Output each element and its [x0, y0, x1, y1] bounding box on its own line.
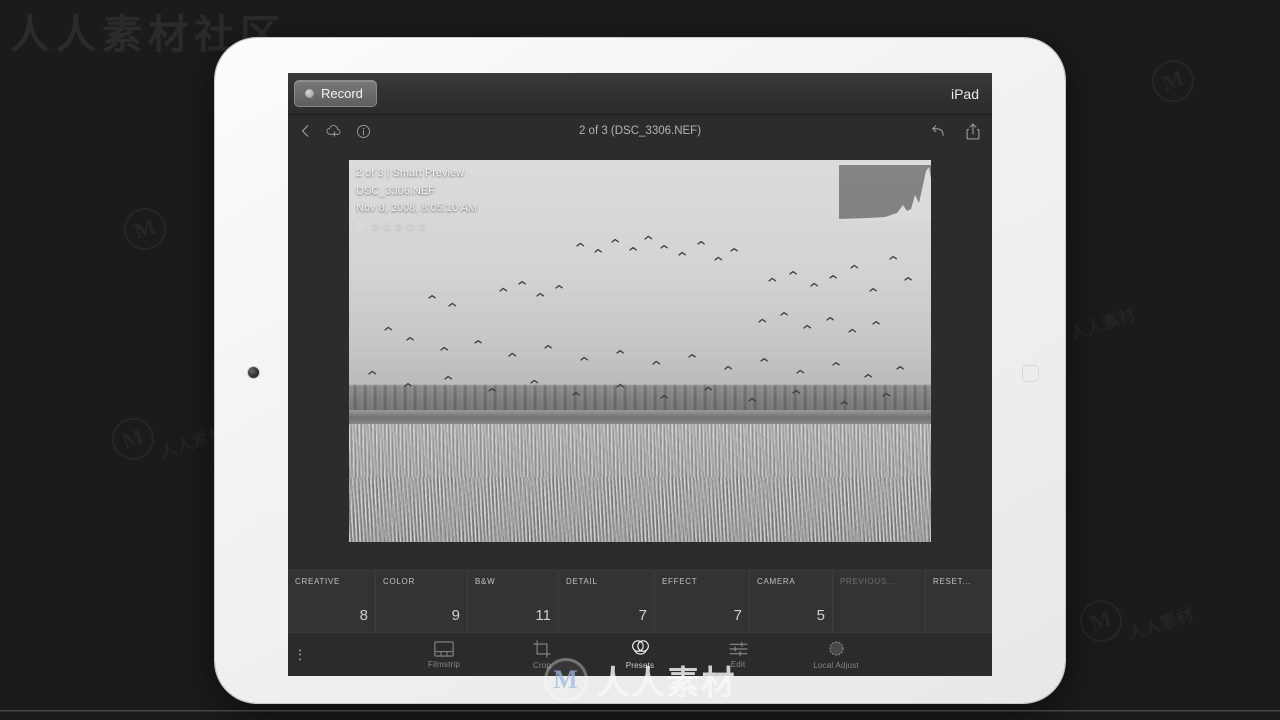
- lightroom-app: 2 of 3 (DSC_3306.NEF) 2 of 3 | Smart Pre…: [288, 115, 992, 676]
- more-vertical-icon[interactable]: [299, 649, 301, 660]
- preset-group-detail[interactable]: DETAIL 7: [559, 571, 655, 632]
- crop-icon: [533, 639, 551, 658]
- metadata-line-3: Nov 8, 2008, 8:05:10 AM: [356, 202, 478, 214]
- preset-group-count: 11: [535, 607, 551, 624]
- preset-group-creative[interactable]: CREATIVE 8: [288, 571, 376, 632]
- app-bottom-toolbar: Filmstrip Crop Presets Edit Local Adjust: [288, 632, 992, 676]
- preset-group-label: DETAIL: [566, 577, 598, 586]
- photo-metadata-overlay: 2 of 3 | Smart Preview DSC_3306.NEF Nov …: [356, 165, 477, 236]
- metadata-line-2: DSC_3306.NEF: [356, 184, 435, 197]
- ipad-screen: Record iPad 2 of 3 (DSC_3306.NEF) 2 of 3…: [288, 73, 992, 676]
- record-dot-icon: [305, 89, 314, 98]
- photo-stage: 2 of 3 | Smart Preview DSC_3306.NEF Nov …: [288, 147, 992, 570]
- bottom-divider: [0, 710, 1280, 712]
- preset-group-count: 9: [451, 607, 460, 624]
- toolbar-item-local-adjust[interactable]: Local Adjust: [805, 639, 867, 670]
- photo-rating-row[interactable]: ☆☆☆☆☆: [356, 219, 477, 237]
- ipad-device-frame: Record iPad 2 of 3 (DSC_3306.NEF) 2 of 3…: [215, 38, 1065, 703]
- preset-group-camera[interactable]: CAMERA 5: [750, 571, 833, 632]
- preset-group-label: COLOR: [383, 577, 415, 586]
- tile-watermark-mark: M: [118, 202, 172, 256]
- preset-group-count: 7: [638, 607, 647, 624]
- preset-group-label: PREVIOUS...: [840, 577, 896, 586]
- toolbar-item-label: Filmstrip: [427, 659, 461, 669]
- toolbar-item-label: Local Adjust: [813, 661, 859, 670]
- local-adjust-icon: [828, 641, 844, 656]
- star-rating[interactable]: ☆☆☆☆☆: [370, 219, 429, 237]
- toolbar-item-filmstrip[interactable]: Filmstrip: [413, 640, 475, 669]
- undo-icon[interactable]: [930, 124, 946, 138]
- tile-watermark-mark: M: [1146, 54, 1200, 108]
- preset-group-count: 7: [733, 607, 742, 624]
- preset-group-previous: PREVIOUS...: [833, 571, 926, 632]
- filmstrip-icon: [434, 640, 454, 657]
- tile-watermark-mark: M: [106, 412, 160, 466]
- share-upload-icon[interactable]: [966, 123, 980, 140]
- preset-group-label: CAMERA: [757, 577, 796, 586]
- photo-preview[interactable]: 2 of 3 | Smart Preview DSC_3306.NEF Nov …: [349, 160, 931, 542]
- preset-group-label: RESET...: [933, 577, 972, 586]
- record-button[interactable]: Record: [294, 80, 377, 107]
- flag-outline-icon[interactable]: [356, 222, 365, 232]
- toolbar-item-presets[interactable]: Presets: [609, 639, 671, 670]
- toolbar-item-crop[interactable]: Crop: [511, 639, 573, 670]
- metadata-line-1: 2 of 3 | Smart Preview: [356, 167, 465, 179]
- histogram-overlay[interactable]: [839, 165, 931, 221]
- app-topnav: 2 of 3 (DSC_3306.NEF): [288, 115, 992, 147]
- preset-group-label: CREATIVE: [295, 577, 341, 586]
- preset-group-count: 8: [359, 607, 368, 624]
- preset-group-count: 5: [816, 607, 825, 624]
- preset-group-reset[interactable]: RESET...: [926, 571, 992, 632]
- tile-watermark-text: 人人素材: [1124, 600, 1196, 645]
- front-camera-icon: [248, 367, 259, 378]
- quicktime-titlebar: Record iPad: [288, 73, 992, 115]
- presets-panel: CREATIVE 8 COLOR 9 B&W 11 DETAIL 7 EFFEC…: [288, 570, 992, 632]
- toolbar-item-label: Edit: [730, 659, 746, 669]
- preset-group-label: B&W: [475, 577, 496, 586]
- record-button-label: Record: [321, 86, 363, 101]
- preset-group-label: EFFECT: [662, 577, 698, 586]
- home-button[interactable]: [1022, 365, 1039, 382]
- page-title: 2 of 3 (DSC_3306.NEF): [578, 125, 702, 137]
- toolbar-item-label: Crop: [532, 660, 552, 670]
- preset-group-effect[interactable]: EFFECT 7: [655, 571, 750, 632]
- preset-group-bw[interactable]: B&W 11: [468, 571, 559, 632]
- recording-device-label: iPad: [950, 86, 979, 102]
- toolbar-item-label: Presets: [625, 661, 655, 670]
- sliders-icon: [729, 641, 747, 656]
- toolbar-item-edit[interactable]: Edit: [707, 641, 769, 669]
- preset-group-color[interactable]: COLOR 9: [376, 571, 468, 632]
- presets-icon: [631, 640, 649, 655]
- tile-watermark-mark: M: [1074, 594, 1128, 648]
- tile-watermark-text: 人人素材: [1066, 300, 1138, 345]
